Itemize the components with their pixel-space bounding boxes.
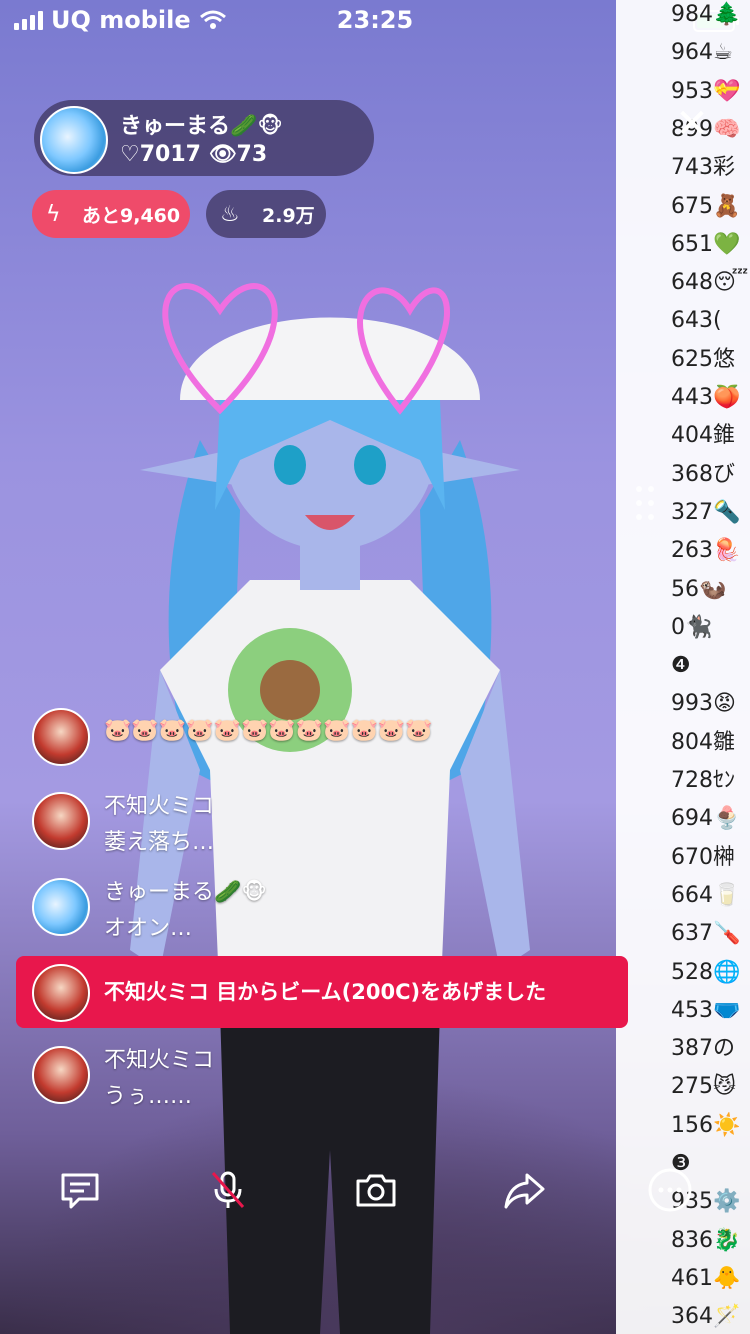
mic-button[interactable] [188,1150,268,1230]
gift-banner: 不知火ミコ 目からビーム(200C)をあげました [16,956,628,1028]
host-name: きゅーまる🥒🐵 [120,114,283,139]
drag-handle-icon[interactable] [634,484,656,524]
ranking-row[interactable]: 648😴 [671,268,748,298]
chat-text: 萎え落ち… [104,830,215,855]
chat-text: オオン… [104,916,193,941]
ranking-row[interactable]: 404錐 [671,421,735,451]
ranking-row[interactable]: 743彩 [671,153,735,183]
comment-icon [61,1173,99,1209]
chat-name: 不知火ミコ [104,794,215,819]
ranking-row[interactable]: 625悠 [671,345,735,375]
ranking-row[interactable]: 156☀️ [671,1111,740,1141]
share-button[interactable] [484,1150,564,1230]
hearts-count: ♡7017 [120,142,201,167]
ranking-row[interactable]: 453🩲 [671,996,740,1026]
gift-text: 不知火ミコ 目からビーム(200C)をあげました [104,980,547,1004]
ranking-row[interactable]: 836🐉 [671,1226,740,1256]
viewers-count: 👁73 [208,142,268,167]
fire-text: 2.9万 [262,204,315,227]
avatar[interactable] [32,964,90,1022]
goal-text: あと9,460 [82,204,181,227]
chat-text: 🐷🐷🐷🐷🐷🐷🐷🐷🐷🐷🐷🐷 [104,718,433,743]
avatar[interactable] [40,106,108,174]
ranking-row[interactable]: 263🪼 [671,536,740,566]
ranking-row[interactable]: 651💚 [671,230,740,260]
ranking-row[interactable]: ❹ [671,651,691,681]
flame-icon: ♨ [220,201,240,227]
chat-name: きゅーまる🥒🐵 [104,880,267,905]
ranking-row[interactable]: 327🔦 [671,498,740,528]
live-stream-view: UQ mobile 23:25 きゅーまる🥒🐵 ♡7017 👁73 ϟ あと9,… [0,0,750,1334]
fire-pill[interactable]: ♨ 2.9万 [206,190,326,238]
avatar[interactable] [32,878,90,936]
ranking-row[interactable]: 0🐈‍⬛ [671,613,712,643]
chat-list: 🐷🐷🐷🐷🐷🐷🐷🐷🐷🐷🐷🐷 不知火ミコ 萎え落ち… きゅーまる🥒🐵 オオン… 不知… [0,700,630,1140]
ranking-row[interactable]: 964☕ [671,38,733,68]
host-card[interactable]: きゅーまる🥒🐵 ♡7017 👁73 [34,100,374,176]
ranking-row[interactable]: 56🦦 [671,575,726,605]
ranking-row[interactable]: 694🍨 [671,804,740,834]
camera-icon [356,1174,396,1207]
ranking-row[interactable]: 443🍑 [671,383,740,413]
avatar[interactable] [32,792,90,850]
ranking-panel[interactable]: 984🌲 964☕ 953💝 899🧠 743彩 675🧸 651💚 648😴 643(625悠… [616,0,750,1334]
ranking-row[interactable]: 368び [671,460,735,490]
ranking-row[interactable]: 643( [671,306,722,336]
goal-pill[interactable]: ϟ あと9,460 [32,190,190,238]
host-stats: ♡7017 👁73 [120,142,267,167]
avatar[interactable] [32,708,90,766]
ranking-row[interactable]: 675🧸 [671,192,740,222]
ranking-row[interactable]: 275😼 [671,1072,736,1102]
more-button[interactable] [630,1150,710,1230]
lightning-icon: ϟ [46,201,61,227]
comment-button[interactable] [40,1150,120,1230]
bottom-toolbar [0,1150,692,1230]
camera-button[interactable] [336,1150,416,1230]
more-icon [648,1168,692,1212]
ranking-row[interactable]: 670榊 [671,843,735,873]
avatar[interactable] [32,1046,90,1104]
ranking-row[interactable]: 664🥛 [671,881,740,911]
ranking-row[interactable]: 728ｾﾝ [671,766,735,796]
chat-text: うぅ…… [104,1084,193,1109]
ranking-row[interactable]: 461🐥 [671,1264,740,1294]
chat-name: 不知火ミコ [104,1048,215,1073]
ranking-row[interactable]: 387の [671,1034,735,1064]
share-icon [504,1173,545,1209]
ranking-row[interactable]: 984🌲 [671,0,740,30]
ranking-row[interactable]: 528🌐 [671,958,740,988]
ranking-row[interactable]: 364🪄 [671,1302,740,1332]
ranking-row[interactable]: 993😡 [671,689,736,719]
ranking-row[interactable]: 637🪛 [671,919,740,949]
ranking-row[interactable]: 804雛 [671,728,735,758]
mic-muted-icon [211,1171,245,1208]
close-icon[interactable]: ✕ [672,104,712,144]
